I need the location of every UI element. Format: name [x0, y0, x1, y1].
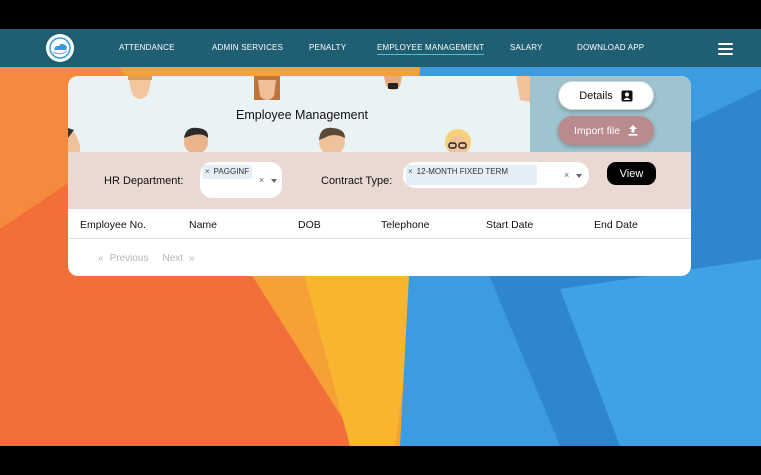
contract-type-value: 12-MONTH FIXED TERM: [416, 167, 509, 176]
page-title: Employee Management: [236, 108, 369, 122]
contact-card-icon: [621, 90, 633, 101]
view-button[interactable]: View: [607, 162, 656, 185]
person-head-4: [516, 76, 530, 102]
person-head-1: [128, 76, 152, 99]
col-start-date[interactable]: Start Date: [486, 219, 533, 231]
app-stage: ATTENDANCE ADMIN SERVICES PENALTY EMPLOY…: [0, 29, 761, 446]
header-actions: Details Import file: [530, 76, 691, 152]
hamburger-menu-icon[interactable]: [718, 43, 733, 55]
top-navbar: ATTENDANCE ADMIN SERVICES PENALTY EMPLOY…: [0, 29, 761, 67]
nav-salary[interactable]: SALARY: [510, 29, 543, 67]
chip-remove-icon[interactable]: ×: [205, 167, 210, 176]
contract-type-label: Contract Type:: [321, 175, 393, 187]
clear-icon[interactable]: ×: [259, 175, 264, 185]
previous-arrow-icon[interactable]: «: [98, 253, 104, 264]
hr-department-value: PAGGINF: [213, 167, 250, 176]
next-arrow-icon[interactable]: »: [189, 253, 195, 264]
employee-management-card: Employee Management Details Import file: [68, 76, 691, 276]
nav-download-app[interactable]: DOWNLOAD APP: [577, 29, 644, 67]
person-head-8: [445, 129, 471, 152]
person-head-7: [319, 127, 345, 152]
upload-icon: [628, 125, 638, 136]
col-end-date[interactable]: End Date: [594, 219, 638, 231]
nav-penalty[interactable]: PENALTY: [309, 29, 346, 67]
pagination: « Previous Next »: [98, 253, 195, 264]
col-name[interactable]: Name: [189, 219, 217, 231]
cloud-logo-icon: [49, 37, 71, 59]
next-button[interactable]: Next: [162, 253, 183, 264]
hr-department-chip: × PAGGINF: [203, 165, 253, 179]
import-file-button[interactable]: Import file: [558, 116, 654, 145]
app-logo[interactable]: [46, 34, 74, 62]
person-head-2: [254, 76, 280, 100]
person-head-5: [68, 128, 80, 152]
nav-attendance[interactable]: ATTENDANCE: [119, 29, 175, 67]
details-label: Details: [579, 89, 613, 102]
employee-table-header: Employee No. Name DOB Telephone Start Da…: [68, 209, 691, 239]
hr-department-label: HR Department:: [104, 175, 184, 187]
previous-button[interactable]: Previous: [110, 253, 149, 264]
details-button[interactable]: Details: [558, 81, 654, 110]
contract-type-chip: × 12-MONTH FIXED TERM: [406, 165, 537, 185]
person-head-6: [184, 127, 209, 152]
clear-icon[interactable]: ×: [564, 170, 569, 180]
card-header: Employee Management Details Import file: [68, 76, 691, 152]
hr-department-select[interactable]: × PAGGINF ×: [200, 162, 282, 198]
chevron-down-icon[interactable]: [576, 174, 582, 178]
chip-remove-icon[interactable]: ×: [408, 167, 413, 176]
letterbox-top: [0, 0, 761, 29]
import-label: Import file: [573, 124, 621, 137]
person-head-3: [384, 76, 402, 90]
nav-employee-management[interactable]: EMPLOYEE MANAGEMENT: [377, 29, 485, 67]
col-telephone[interactable]: Telephone: [381, 219, 429, 231]
nav-admin-services[interactable]: ADMIN SERVICES: [212, 29, 283, 67]
letterbox-bottom: [0, 446, 761, 475]
col-employee-no[interactable]: Employee No.: [80, 219, 146, 231]
contract-type-select[interactable]: × 12-MONTH FIXED TERM ×: [403, 162, 589, 188]
filter-bar: HR Department: × PAGGINF × Contract Type:…: [68, 152, 691, 209]
chevron-down-icon[interactable]: [271, 179, 277, 183]
col-dob[interactable]: DOB: [298, 219, 321, 231]
